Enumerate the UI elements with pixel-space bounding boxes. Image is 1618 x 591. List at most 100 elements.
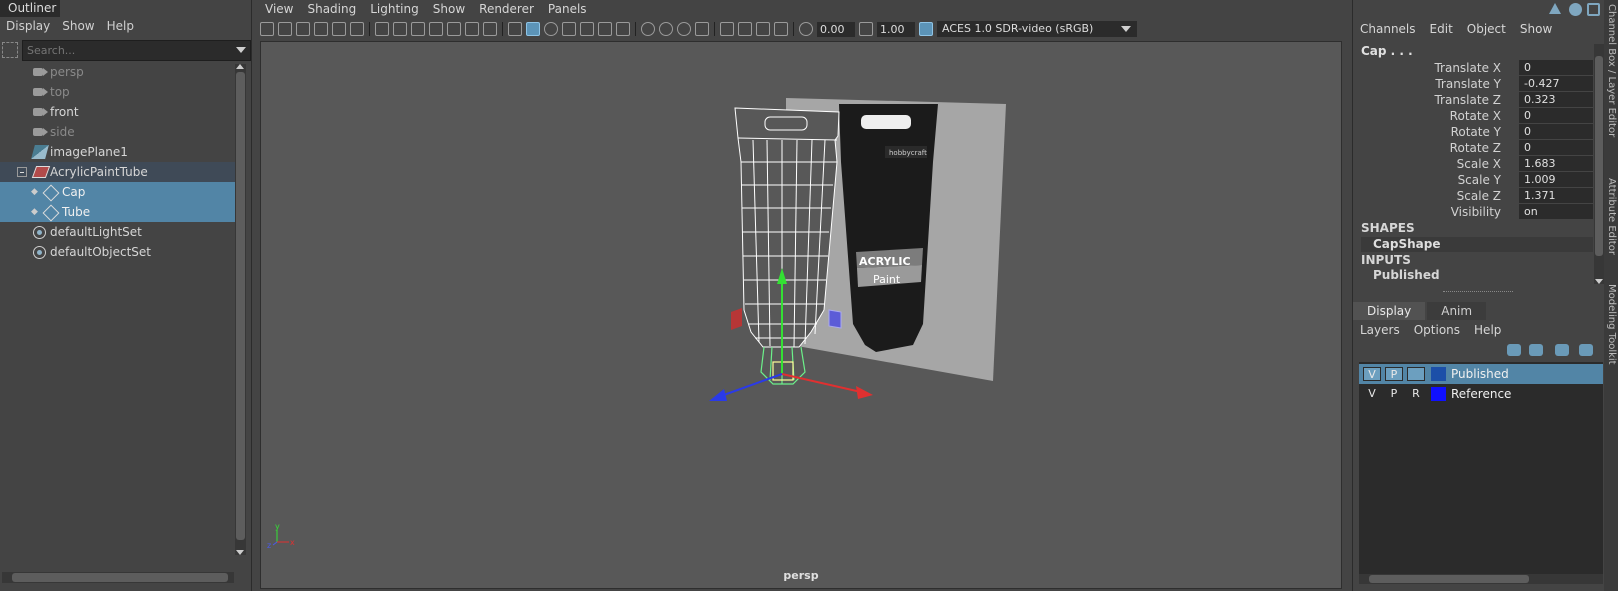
outliner-item-front[interactable]: front — [0, 102, 240, 122]
side-tab-attribute-editor[interactable]: Attribute Editor — [1606, 178, 1617, 255]
attr-value-field[interactable]: 0 — [1519, 60, 1593, 75]
use-all-lights-icon[interactable] — [598, 22, 612, 36]
filter-icon[interactable] — [2, 42, 18, 58]
attr-row-visibility[interactable]: Visibility on — [1353, 204, 1593, 220]
channel-menu-show[interactable]: Show — [1513, 20, 1559, 39]
outliner-item-tube[interactable]: ◆ Tube — [0, 202, 240, 222]
layer-color-swatch[interactable] — [1431, 367, 1446, 381]
gamma-field[interactable]: 1.00 — [877, 21, 915, 37]
layer-display-type-toggle[interactable] — [1407, 367, 1425, 381]
gamma-icon[interactable] — [859, 22, 873, 36]
field-chart-icon[interactable] — [447, 22, 461, 36]
shadows-icon[interactable] — [616, 22, 630, 36]
viewport-menu-shading[interactable]: Shading — [300, 0, 363, 19]
attr-value-field[interactable]: 0 — [1519, 124, 1593, 139]
outliner-item-defaultlightset[interactable]: defaultLightSet — [0, 222, 240, 242]
layer-menu-layers[interactable]: Layers — [1353, 321, 1407, 340]
attribute-editor-icon[interactable] — [1569, 3, 1582, 16]
safe-title-icon[interactable] — [483, 22, 497, 36]
attr-row-scale-z[interactable]: Scale Z 1.371 — [1353, 188, 1593, 204]
scroll-down-icon[interactable] — [236, 550, 244, 555]
attr-value-field[interactable]: -0.427 — [1519, 76, 1593, 91]
new-empty-layer-icon[interactable] — [1555, 344, 1569, 356]
safe-action-icon[interactable] — [465, 22, 479, 36]
outliner-item-imageplane1[interactable]: imagePlane1 — [0, 142, 240, 162]
outliner-item-side[interactable]: side — [0, 122, 240, 142]
layer-menu-help[interactable]: Help — [1467, 321, 1508, 340]
viewport-menu-renderer[interactable]: Renderer — [472, 0, 541, 19]
outliner-item-cap[interactable]: ◆ Cap — [0, 182, 240, 202]
layer-visibility-toggle[interactable]: V — [1363, 367, 1381, 381]
exposure-icon[interactable] — [799, 22, 813, 36]
outliner-menu-show[interactable]: Show — [56, 17, 100, 38]
default-material-icon[interactable] — [544, 22, 558, 36]
scroll-thumb[interactable] — [236, 72, 245, 540]
layer-row-reference[interactable]: V P R Reference — [1359, 384, 1603, 404]
shape-node-capshape[interactable]: CapShape — [1361, 237, 1593, 252]
attr-value-field[interactable]: 1.009 — [1519, 172, 1593, 187]
outliner-item-acrylicpainttube[interactable]: AcrylicPaintTube — [0, 162, 240, 182]
input-node-published[interactable]: Published — [1373, 268, 1440, 282]
layer-playback-toggle[interactable]: P — [1385, 367, 1403, 381]
channel-box-scrollbar[interactable] — [1594, 44, 1604, 284]
x-ray-icon[interactable] — [738, 22, 752, 36]
outliner-menu-display[interactable]: Display — [0, 17, 56, 38]
attr-value-field[interactable]: 0 — [1519, 140, 1593, 155]
attr-row-translate-y[interactable]: Translate Y -0.427 — [1353, 76, 1593, 92]
attr-row-rotate-x[interactable]: Rotate X 0 — [1353, 108, 1593, 124]
depth-of-field-icon[interactable] — [695, 22, 709, 36]
attr-value-field[interactable]: on — [1519, 204, 1593, 219]
viewport-menu-view[interactable]: View — [258, 0, 300, 19]
new-layer-from-selection-icon[interactable] — [1579, 344, 1593, 356]
attr-value-field[interactable]: 0 — [1519, 108, 1593, 123]
view-transform-dropdown[interactable]: ACES 1.0 SDR-video (sRGB) — [937, 21, 1137, 37]
layer-visibility-toggle[interactable]: V — [1363, 387, 1381, 401]
hierarchy-icon[interactable] — [1549, 3, 1561, 14]
viewport-menu-lighting[interactable]: Lighting — [363, 0, 426, 19]
scroll-up-icon[interactable] — [236, 64, 244, 69]
isolate-select-icon[interactable] — [720, 22, 734, 36]
screen-space-ambient-occlusion-icon[interactable] — [641, 22, 655, 36]
channel-menu-channels[interactable]: Channels — [1353, 20, 1423, 39]
side-tab-modeling-toolkit[interactable]: Modeling Toolkit — [1606, 284, 1617, 365]
attr-value-field[interactable]: 1.683 — [1519, 156, 1593, 171]
attr-row-scale-y[interactable]: Scale Y 1.009 — [1353, 172, 1593, 188]
camera-attributes-icon[interactable] — [278, 22, 292, 36]
x-ray-joints-icon[interactable] — [774, 22, 788, 36]
attr-row-translate-z[interactable]: Translate Z 0.323 — [1353, 92, 1593, 108]
channel-menu-object[interactable]: Object — [1460, 20, 1513, 39]
x-ray-active-components-icon[interactable] — [756, 22, 770, 36]
3d-viewport[interactable]: hobbycraft ACRYLIC Paint y x z persp — [260, 41, 1342, 589]
bookmark-icon[interactable] — [296, 22, 310, 36]
collapse-icon[interactable] — [17, 167, 27, 177]
outliner-item-persp[interactable]: persp — [0, 62, 240, 82]
panel-splitter[interactable] — [1443, 291, 1513, 292]
film-gate-icon[interactable] — [393, 22, 407, 36]
textured-icon[interactable] — [580, 22, 594, 36]
image-plane-toggle-icon[interactable] — [314, 22, 328, 36]
tab-display[interactable]: Display — [1353, 302, 1426, 320]
viewport-menu-show[interactable]: Show — [426, 0, 472, 19]
move-layer-up-icon[interactable] — [1507, 344, 1521, 356]
outliner-vertical-scrollbar[interactable] — [235, 64, 246, 555]
outliner-horizontal-scrollbar[interactable] — [2, 572, 234, 583]
outliner-menu-help[interactable]: Help — [101, 17, 140, 38]
outliner-item-defaultobjectset[interactable]: defaultObjectSet — [0, 242, 240, 262]
scroll-down-icon[interactable] — [1595, 279, 1603, 284]
exposure-field[interactable]: 0.00 — [817, 21, 855, 37]
scroll-thumb[interactable] — [1369, 575, 1529, 583]
attr-row-scale-x[interactable]: Scale X 1.683 — [1353, 156, 1593, 172]
select-camera-icon[interactable] — [260, 22, 274, 36]
smooth-shade-icon[interactable] — [526, 22, 540, 36]
scroll-thumb[interactable] — [1595, 56, 1603, 256]
layer-display-type-toggle[interactable]: R — [1407, 387, 1425, 401]
outliner-item-top[interactable]: top — [0, 82, 240, 102]
grease-pencil-icon[interactable] — [350, 22, 364, 36]
layer-row-published[interactable]: V P Published — [1359, 364, 1603, 384]
motion-blur-icon[interactable] — [659, 22, 673, 36]
move-layer-down-icon[interactable] — [1529, 344, 1543, 356]
attr-row-translate-x[interactable]: Translate X 0 — [1353, 60, 1593, 76]
resolution-gate-icon[interactable] — [411, 22, 425, 36]
wireframe-on-shaded-icon[interactable] — [562, 22, 576, 36]
attr-value-field[interactable]: 1.371 — [1519, 188, 1593, 203]
